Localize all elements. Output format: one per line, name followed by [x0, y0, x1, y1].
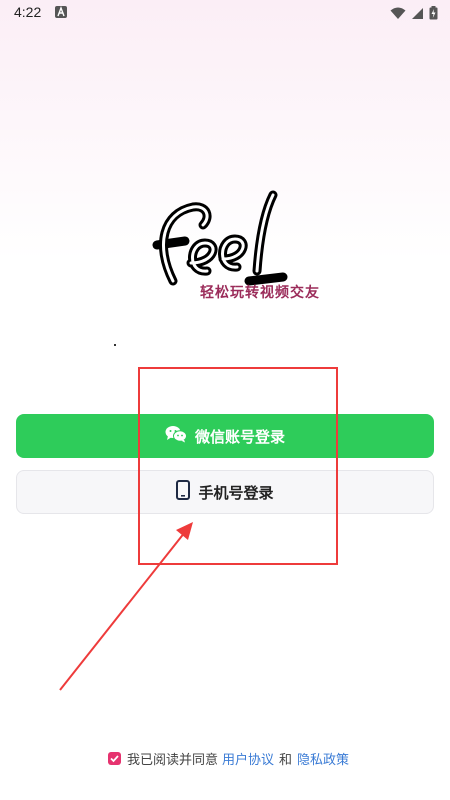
wifi-icon	[390, 5, 406, 24]
agreement-and: 和	[279, 752, 293, 768]
brand-tagline: 轻松玩转视频交友	[200, 285, 320, 301]
annotation-highlight-box	[138, 367, 338, 565]
privacy-policy-link[interactable]: 隐私政策	[297, 749, 349, 768]
user-agreement-link[interactable]: 用户协议	[222, 749, 274, 768]
agreement-prefix: 我已阅读并同意	[127, 752, 219, 768]
agreement-row: 我已阅读并同意 用户协议 和 隐私政策	[108, 749, 349, 768]
decorative-dot	[114, 344, 116, 346]
agreement-checkbox[interactable]	[108, 751, 121, 765]
status-icons	[390, 5, 438, 24]
status-time: 4:22	[14, 4, 42, 20]
signal-icon	[411, 5, 424, 24]
battery-icon	[429, 5, 438, 24]
status-bar: 4:22	[0, 0, 450, 26]
a-notification-icon	[55, 6, 67, 18]
